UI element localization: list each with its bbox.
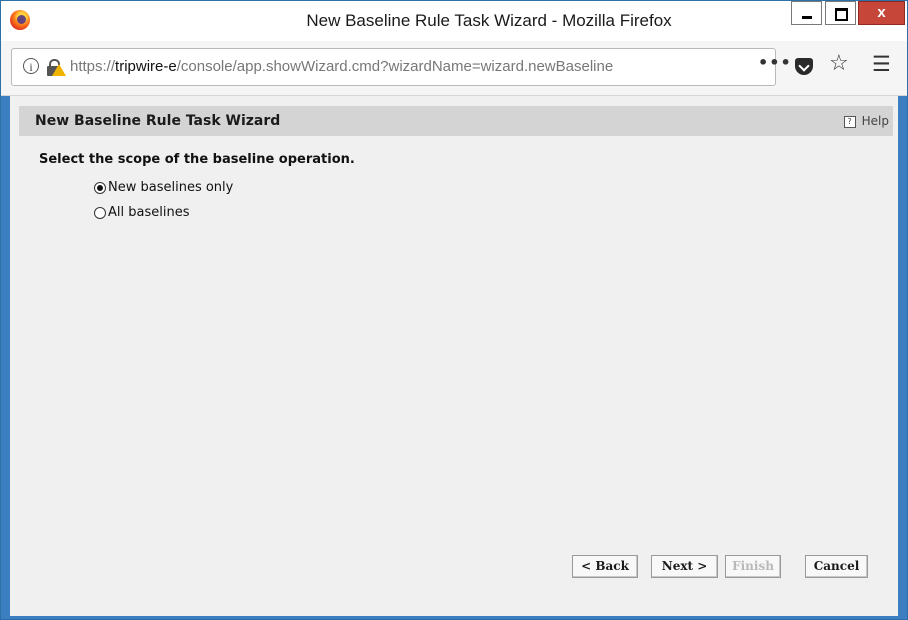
wizard-title: New Baseline Rule Task Wizard (35, 113, 281, 129)
help-label: Help (861, 114, 889, 128)
title-bar: New Baseline Rule Task Wizard - Mozilla … (1, 1, 907, 41)
pocket-icon[interactable] (795, 58, 813, 75)
wizard-header: New Baseline Rule Task Wizard ? Help (19, 106, 893, 136)
window-title: New Baseline Rule Task Wizard - Mozilla … (306, 11, 672, 30)
minimize-button[interactable] (791, 1, 822, 25)
url-bar[interactable]: i https://tripwire-e/console/app.showWiz… (11, 48, 776, 86)
browser-window: New Baseline Rule Task Wizard - Mozilla … (0, 0, 908, 620)
radio-new-baselines[interactable] (94, 181, 106, 194)
lock-warning-icon[interactable] (44, 57, 66, 77)
info-icon[interactable]: i (23, 58, 39, 74)
wizard-prompt: Select the scope of the baseline operati… (39, 152, 355, 167)
more-icon[interactable]: ••• (758, 53, 792, 72)
finish-button: Finish (725, 555, 781, 578)
option-label[interactable]: New baselines only (108, 180, 233, 195)
back-button[interactable]: < Back (572, 555, 638, 578)
star-icon[interactable]: ☆ (829, 51, 849, 76)
next-button[interactable]: Next > (651, 555, 718, 578)
close-button[interactable]: x (858, 1, 905, 25)
url-prefix: https:// (70, 58, 116, 75)
url-path: /console/app.showWizard.cmd?wizardName=w… (176, 58, 614, 75)
help-link[interactable]: ? Help (843, 114, 889, 128)
radio-all-baselines[interactable] (94, 206, 106, 219)
cancel-button[interactable]: Cancel (805, 555, 868, 578)
help-icon: ? (843, 116, 856, 128)
navigation-toolbar: i https://tripwire-e/console/app.showWiz… (1, 41, 907, 96)
option-label[interactable]: All baselines (108, 205, 189, 220)
option-new-baselines[interactable]: New baselines only (94, 180, 233, 195)
wizard-content: New Baseline Rule Task Wizard ? Help Sele… (10, 96, 898, 616)
url-text[interactable]: https://tripwire-e/console/app.showWizar… (70, 58, 745, 75)
option-all-baselines[interactable]: All baselines (94, 205, 189, 220)
hamburger-menu-icon[interactable]: ☰ (872, 52, 891, 76)
url-host: tripwire-e (115, 58, 177, 75)
maximize-button[interactable] (825, 1, 856, 25)
